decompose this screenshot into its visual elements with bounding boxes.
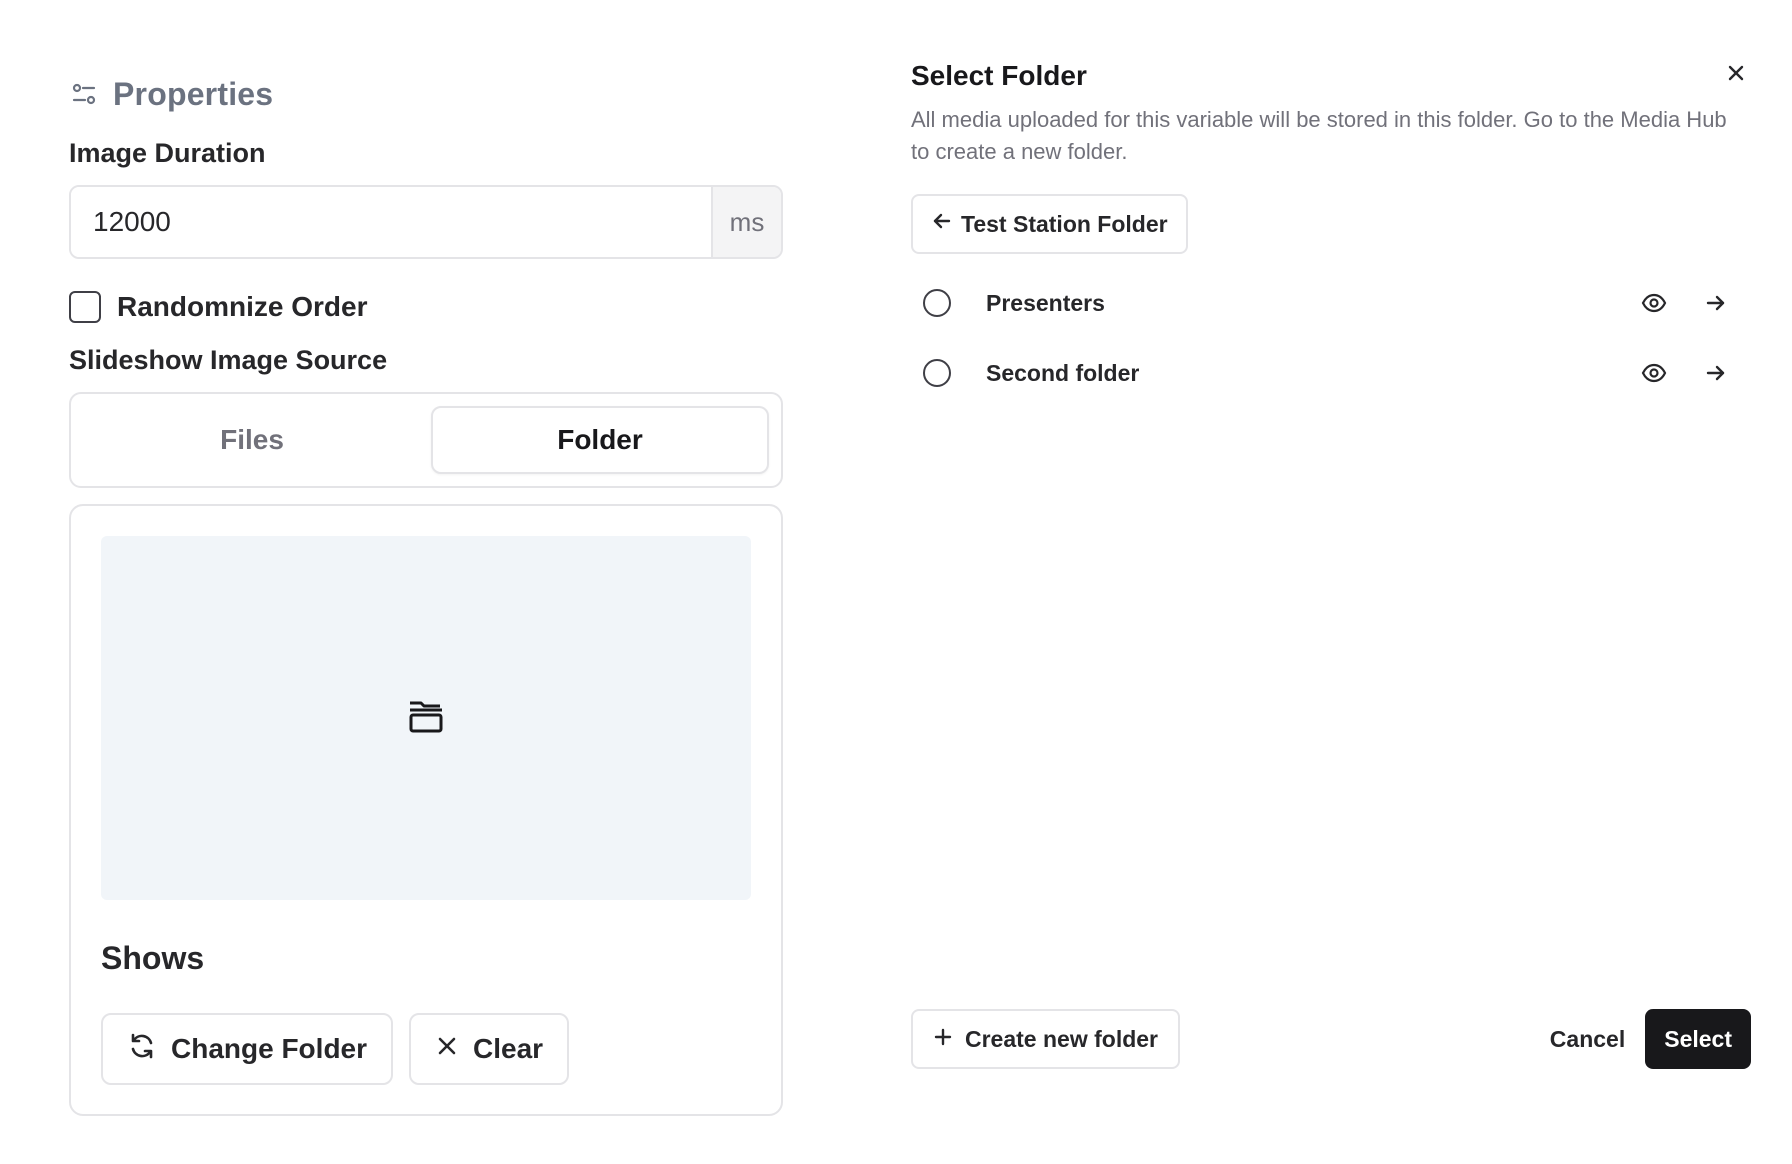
select-button[interactable]: Select [1645,1009,1751,1069]
image-duration-field: ms [69,185,783,259]
arrow-right-icon[interactable] [1701,288,1731,318]
folder-row-label: Presenters [986,289,1105,316]
selected-folder-card: Shows Change Folder Clear [69,504,783,1116]
page: Properties Image Duration ms Randomnize … [0,0,1792,1164]
randomize-order-label: Randomnize Order [117,291,368,322]
folder-row-label: Second folder [986,359,1140,386]
properties-panel: Properties Image Duration ms Randomnize … [69,72,783,1116]
folder-preview [101,536,751,900]
duration-unit-suffix: ms [711,187,781,257]
folder-open-icon [406,697,446,740]
image-duration-input[interactable] [71,187,711,257]
tab-files[interactable]: Files [83,406,421,474]
list-item[interactable]: Second folder [911,338,1751,408]
dialog-footer: Create new folder Cancel Select [911,1008,1751,1070]
back-folder-label: Test Station Folder [961,210,1168,237]
dialog-close-button[interactable] [1721,60,1751,90]
dialog-title: Select Folder [911,60,1087,91]
refresh-icon [127,1031,157,1068]
randomize-order-row[interactable]: Randomnize Order [69,289,783,325]
close-icon [435,1033,459,1065]
list-item[interactable]: Presenters [911,268,1751,338]
create-new-folder-label: Create new folder [965,1025,1158,1052]
tab-folder[interactable]: Folder [431,406,769,474]
clear-button[interactable]: Clear [409,1013,570,1085]
eye-icon[interactable] [1639,358,1669,388]
plus-icon [933,1026,953,1053]
select-folder-dialog: Select Folder All media uploaded for thi… [911,60,1751,1070]
back-to-parent-folder-button[interactable]: Test Station Folder [911,194,1188,254]
change-folder-button[interactable]: Change Folder [101,1013,394,1085]
dialog-description: All media uploaded for this variable wil… [911,107,1727,164]
cancel-button[interactable]: Cancel [1550,1026,1625,1053]
clear-label: Clear [473,1033,544,1064]
create-new-folder-button[interactable]: Create new folder [911,1009,1180,1069]
randomize-order-checkbox[interactable] [69,291,101,323]
arrow-right-icon[interactable] [1701,358,1731,388]
change-folder-label: Change Folder [171,1033,368,1064]
sliders-icon [69,79,99,109]
folder-radio[interactable] [923,359,951,387]
image-source-toggle: Files Folder [69,392,783,488]
eye-icon[interactable] [1639,288,1669,318]
properties-title: Properties [113,75,274,112]
image-duration-label: Image Duration [69,138,266,168]
selected-folder-name: Shows [101,940,205,976]
properties-header: Properties [69,72,783,116]
folder-list: Presenters Second folder [911,268,1751,408]
folder-radio[interactable] [923,289,951,317]
image-source-label: Slideshow Image Source [69,345,388,375]
close-icon [1727,64,1745,87]
folder-card-actions: Change Folder Clear [101,1013,751,1085]
arrow-left-icon [931,210,953,238]
